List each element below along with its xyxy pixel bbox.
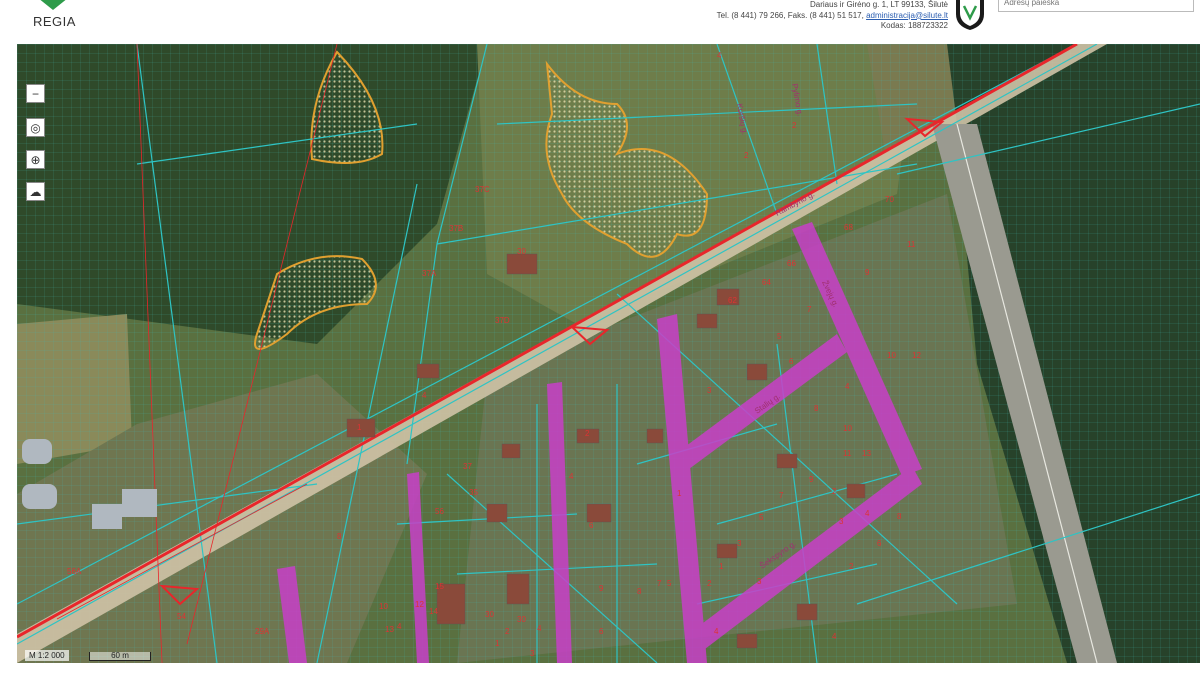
contact-phone: Tel. (8 441) 79 266, Faks. (8 441) 51 51… [716,10,867,20]
parcel-label: 3 [530,649,535,658]
parcel-label: 2 [707,579,712,588]
parcel-label: 7 [657,579,662,588]
parcel-label: 37 [463,462,472,471]
parcel-label: 5 [667,579,672,588]
parcel-label: 62 [728,296,737,305]
parcel-label: 10 [887,351,896,360]
parcel-label: 3 [707,386,712,395]
parcel-label: 9 [865,268,870,277]
parcel-label: 30 [517,247,526,256]
parcel-label: 12 [912,351,921,360]
parcel-label: 56 [435,507,444,516]
parcel-label: 5 [777,332,782,341]
parcel-label: 1 [677,489,682,498]
site-header: REGIA Dariaus ir Girėno g. 1, LT 99133, … [0,0,1200,44]
parcel-label: 9 [809,475,814,484]
parcel-label: 70 [885,195,894,204]
parcel-label: 30 [517,615,526,624]
contact-info: Dariaus ir Girėno g. 1, LT 99133, Šilutė… [717,0,948,32]
parcel-label: 66 [787,259,796,268]
parcel-label: 8 [337,532,342,541]
parcel-label: 3 [737,539,742,548]
scale-bar: 60 m [89,652,151,661]
footer-strip [0,663,1200,675]
parcel-label: 2 [849,562,854,571]
parcel-label: 15 [435,582,444,591]
map-layers-icon: ☁ [29,184,42,199]
parcel-label: 8 [637,587,642,596]
parcel-label: 4 [422,391,427,400]
pan-button[interactable]: ◎ [26,118,45,137]
parcel-label: 4 [832,632,837,641]
parcel-label: 6 [789,357,794,366]
parcel-label: 1 [357,423,362,432]
parcel-label: 4 [865,509,870,518]
parcel-label: 2 [744,151,749,160]
parcel-label: 11 [843,449,852,458]
parcel-label: 12 [415,600,424,609]
parcel-label: 4 [717,51,722,60]
parcel-label: 2 [792,121,797,130]
parcel-label: 6 [599,627,604,636]
logo-text: REGIA [33,14,76,29]
layers-button[interactable]: ☁ [26,182,45,201]
parcel-label: 13 [862,449,871,458]
parcel-label: 8 [897,512,902,521]
parcel-label: 2 [505,627,510,636]
map-scale-text: M 1:2 000 [25,650,69,661]
contact-phone-line: Tel. (8 441) 79 266, Faks. (8 441) 51 51… [717,11,948,22]
parcel-label: 4 [537,624,542,633]
minus-icon: − [31,86,39,101]
regia-logo[interactable]: REGIA [30,0,76,40]
parcel-label: 9 [599,584,604,593]
parcel-label: 6 [589,521,594,530]
contact-address: Dariaus ir Girėno g. 1, LT 99133, Šilutė [810,0,948,9]
parcel-label: 11 [907,240,916,249]
parcel-label: 14 [429,607,438,616]
parcel-label: 37A [422,269,437,278]
parcel-label: 4 [845,382,850,391]
parcel-label: 1 [719,562,724,571]
parcel-label: 30 [485,610,494,619]
address-search-input[interactable] [998,0,1194,12]
zoom-out-button[interactable]: − [26,84,45,103]
crosshair-icon: ⊕ [30,152,41,167]
parcel-label: 5 [759,513,764,522]
parcel-label: 6 [877,539,882,548]
hand-icon: ◎ [30,120,41,135]
parcel-label: 3 [757,577,762,586]
parcel-label: 29A [255,627,270,636]
parcel-label: 68 [844,223,853,232]
locate-button[interactable]: ⊕ [26,150,45,169]
map-canvas[interactable]: 42237C37B37A37D30706811669647625310 12684… [17,44,1200,663]
parcel-label: 1 [495,639,500,648]
parcel-label: 4 [397,622,402,631]
parcel-label: 10 [379,602,388,611]
parcel-label: 37C [475,185,490,194]
contact-email-link[interactable]: administracija@silute.lt [866,11,948,20]
parcel-label: 10 [843,424,852,433]
parcel-label: 35 [469,488,478,497]
parcel-label: 7 [807,305,812,314]
parcel-label: 37B [449,224,463,233]
coat-of-arms-icon [956,0,984,30]
parcel-label: 56A [67,567,82,576]
parcel-label: 2 [585,429,590,438]
parcel-label: 54 [177,612,186,621]
parcel-label: 13 [385,625,394,634]
parcel-label: 37D [495,316,510,325]
parcel-label: 8 [814,404,819,413]
parcel-label: 2 [832,487,837,496]
parcel-label: 7 [779,491,784,500]
logo-mark [38,0,68,10]
parcel-label: 4 [569,472,574,481]
contact-code: Kodas: 188723322 [880,21,948,30]
parcel-label: 3 [839,517,844,526]
map-viewport[interactable]: 4 2 2 37C 37B 37A 37D 30 70 68 11 66 9 64 7 62 5 3 10 12 6 8 4… [17,44,1200,663]
parcel-label: 64 [762,278,771,287]
parcel-label: 4 [714,627,719,636]
